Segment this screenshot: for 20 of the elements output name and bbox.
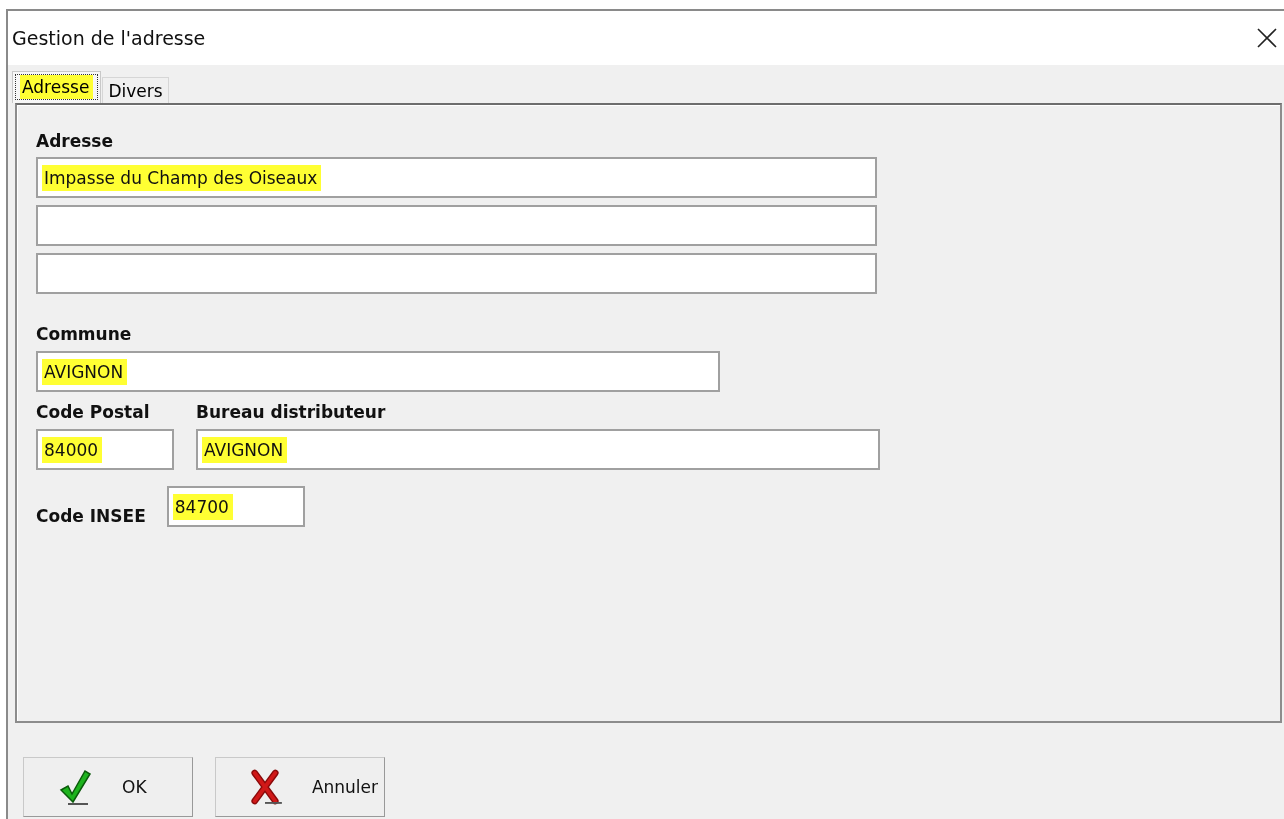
cross-icon [250,768,282,806]
input-field[interactable] [36,205,877,246]
cancel-button[interactable]: Annuler [215,757,385,817]
tab[interactable]: Adresse [12,71,102,103]
close-icon[interactable] [1256,27,1278,49]
input-field[interactable]: Impasse du Champ des Oiseaux [36,157,877,198]
input-field[interactable]: 84700 [166,486,305,527]
field-label: Commune [36,324,133,344]
field-label: Adresse [36,131,114,151]
input-field[interactable]: 84000 [36,429,174,470]
window-title: Gestion de l'adresse [12,27,206,49]
field-label: Code Postal [36,402,151,422]
tab[interactable]: Divers [102,77,169,103]
ok-button[interactable]: OK [23,757,193,817]
input-field[interactable] [36,253,877,294]
checkmark-icon [58,768,92,806]
input-field[interactable]: AVIGNON [36,351,720,392]
field-label: Bureau distributeur [196,402,387,422]
field-label: Code INSEE [36,505,146,526]
input-field[interactable]: AVIGNON [196,429,880,470]
